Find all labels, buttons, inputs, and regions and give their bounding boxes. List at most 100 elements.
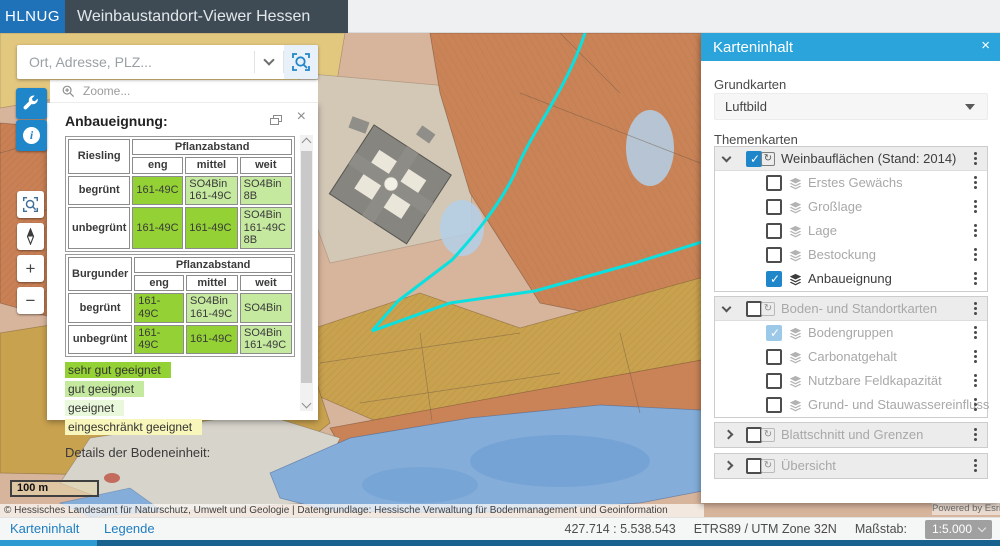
search-dropdown-button[interactable] bbox=[255, 45, 283, 79]
close-icon[interactable]: × bbox=[981, 37, 990, 54]
refresh-icon: ↻ bbox=[761, 302, 775, 316]
chevron-down-icon bbox=[263, 54, 274, 65]
layer-group-blattschnitt: ↻ Blattschnitt und Grenzen bbox=[714, 422, 988, 448]
scale-value: 1:5.000 bbox=[932, 522, 972, 536]
compass-needle-icon bbox=[23, 228, 38, 245]
kebab-menu-icon[interactable] bbox=[974, 224, 978, 238]
tab-karteninhalt[interactable]: Karteninhalt bbox=[10, 521, 79, 536]
layer-label: Erstes Gewächs bbox=[808, 175, 903, 190]
layer-checkbox[interactable] bbox=[766, 349, 782, 365]
footer-accent-strip bbox=[0, 540, 1000, 546]
layer-checkbox[interactable] bbox=[766, 175, 782, 191]
wrench-icon bbox=[23, 95, 40, 112]
popup-scrollbar[interactable] bbox=[300, 135, 313, 411]
kebab-menu-icon[interactable] bbox=[974, 152, 978, 166]
kebab-menu-icon[interactable] bbox=[974, 200, 978, 214]
zoom-in-button[interactable]: + bbox=[17, 255, 44, 282]
suitability-cell: 161-49C bbox=[185, 207, 237, 249]
hlnug-logo[interactable]: HLNUG bbox=[0, 0, 65, 33]
panel-header: Karteninhalt × bbox=[701, 33, 1000, 61]
layer-row-grosslage[interactable]: Großlage bbox=[715, 195, 987, 219]
plus-icon: + bbox=[26, 259, 36, 279]
group-checkbox[interactable] bbox=[746, 458, 762, 474]
group-header[interactable]: ↻ Übersicht bbox=[715, 454, 987, 478]
group-header[interactable]: ↻ Boden- und Standortkarten bbox=[715, 297, 987, 321]
scroll-up-icon[interactable] bbox=[302, 138, 312, 148]
row-label: begrünt bbox=[68, 176, 130, 205]
scale-select[interactable]: 1:5.000 bbox=[925, 520, 992, 539]
chevron-right-icon[interactable] bbox=[724, 430, 734, 440]
layer-checkbox[interactable] bbox=[766, 325, 782, 341]
layer-group-uebersicht: ↻ Übersicht bbox=[714, 453, 988, 479]
group-header[interactable]: ↻ Weinbauflächen (Stand: 2014) bbox=[715, 147, 987, 171]
row-label: begrünt bbox=[68, 293, 132, 322]
group-header[interactable]: ↻ Blattschnitt und Grenzen bbox=[715, 423, 987, 447]
group-checkbox[interactable] bbox=[746, 151, 762, 167]
layer-row-nutzbare-feldkapazitaet[interactable]: Nutzbare Feldkapazität bbox=[715, 369, 987, 393]
popup-content: Riesling Pflanzabstand eng mittel weit b… bbox=[65, 136, 295, 460]
kebab-menu-icon[interactable] bbox=[974, 350, 978, 364]
layer-label: Lage bbox=[808, 223, 837, 238]
scrollbar-thumb[interactable] bbox=[301, 151, 312, 383]
map-attribution: © Hessisches Landesamt für Naturschutz, … bbox=[0, 504, 704, 517]
group-checkbox[interactable] bbox=[746, 427, 762, 443]
kebab-menu-icon[interactable] bbox=[974, 374, 978, 388]
kebab-menu-icon[interactable] bbox=[974, 176, 978, 190]
powered-by-attribution: Powered by Esri bbox=[932, 503, 1000, 515]
layer-row-bodengruppen[interactable]: Bodengruppen bbox=[715, 321, 987, 345]
kebab-menu-icon[interactable] bbox=[974, 302, 978, 316]
layer-checkbox[interactable] bbox=[766, 373, 782, 389]
tab-legende[interactable]: Legende bbox=[104, 521, 155, 536]
refresh-icon: ↻ bbox=[761, 459, 775, 473]
suitability-cell: SO4Bin 161-49C bbox=[240, 325, 292, 354]
layer-checkbox[interactable] bbox=[766, 397, 782, 413]
chevron-down-icon[interactable] bbox=[722, 303, 732, 313]
burgunder-table: Burgunder Pflanzabstand eng mittel weit … bbox=[65, 254, 295, 357]
chevron-right-icon[interactable] bbox=[724, 461, 734, 471]
basemap-select[interactable]: Luftbild bbox=[714, 93, 988, 120]
grundkarten-label: Grundkarten bbox=[714, 77, 786, 92]
zoom-to-input[interactable] bbox=[83, 84, 318, 98]
refresh-icon: ↻ bbox=[761, 152, 775, 166]
suitability-cell: 161-49C bbox=[186, 325, 238, 354]
kebab-menu-icon[interactable] bbox=[974, 428, 978, 442]
suitability-legend: sehr gut geeignet gut geeignet geeignet … bbox=[65, 362, 295, 435]
group-label: Übersicht bbox=[781, 458, 836, 473]
tools-button[interactable] bbox=[16, 88, 47, 119]
layer-row-erstes-gewaechs[interactable]: Erstes Gewächs bbox=[715, 171, 987, 195]
scale-bar: 100 m bbox=[10, 480, 99, 497]
close-icon[interactable]: × bbox=[297, 109, 306, 125]
kebab-menu-icon[interactable] bbox=[974, 248, 978, 262]
group-checkbox[interactable] bbox=[746, 301, 762, 317]
zoom-out-button[interactable]: − bbox=[17, 287, 44, 314]
layer-row-lage[interactable]: Lage bbox=[715, 219, 987, 243]
info-button[interactable]: i bbox=[16, 120, 47, 151]
kebab-menu-icon[interactable] bbox=[974, 272, 978, 286]
span-header: Pflanzabstand bbox=[132, 139, 292, 155]
search-input[interactable] bbox=[17, 45, 254, 79]
scroll-down-icon[interactable] bbox=[302, 399, 312, 409]
layer-checkbox[interactable] bbox=[766, 199, 782, 215]
layers-icon bbox=[789, 225, 802, 238]
search-in-view-button[interactable] bbox=[284, 45, 318, 79]
layer-row-anbaueignung[interactable]: Anbaueignung bbox=[715, 267, 987, 291]
undock-window-icon[interactable] bbox=[270, 115, 282, 125]
layer-checkbox[interactable] bbox=[766, 223, 782, 239]
search-locate-icon bbox=[22, 196, 39, 213]
layer-label: Grund- und Stauwassereinfluss bbox=[808, 397, 989, 412]
compass-button[interactable] bbox=[17, 223, 44, 250]
info-icon: i bbox=[23, 127, 40, 144]
group-label: Weinbauflächen (Stand: 2014) bbox=[781, 151, 956, 166]
kebab-menu-icon[interactable] bbox=[974, 459, 978, 473]
kebab-menu-icon[interactable] bbox=[974, 398, 978, 412]
layer-row-bestockung[interactable]: Bestockung bbox=[715, 243, 987, 267]
magnifier-plus-icon bbox=[62, 85, 75, 98]
layer-row-grund-stauwassereinfluss[interactable]: Grund- und Stauwassereinfluss bbox=[715, 393, 987, 417]
layer-checkbox[interactable] bbox=[766, 247, 782, 263]
chevron-down-icon[interactable] bbox=[722, 153, 732, 163]
layer-checkbox[interactable] bbox=[766, 271, 782, 287]
zoom-to-selection-button[interactable] bbox=[17, 191, 44, 218]
layer-row-carbonatgehalt[interactable]: Carbonatgehalt bbox=[715, 345, 987, 369]
suitability-cell: SO4Bin 161-49C 8B bbox=[240, 207, 292, 249]
kebab-menu-icon[interactable] bbox=[974, 326, 978, 340]
